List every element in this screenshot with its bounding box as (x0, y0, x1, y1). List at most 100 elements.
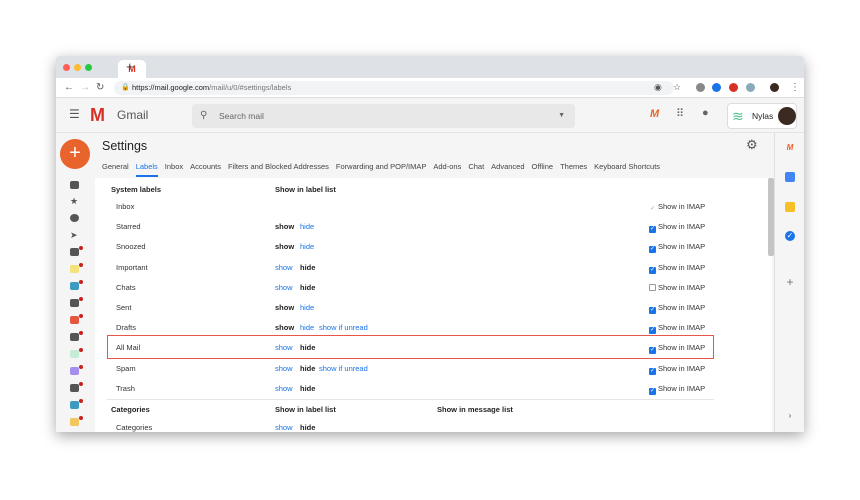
search-input[interactable]: ⚲ Search mail ▼ (192, 104, 575, 128)
show-in-imap-checkbox[interactable]: ✓ Show in IMAP (649, 379, 705, 399)
tab-general[interactable]: General (102, 162, 129, 175)
nylas-logo-icon: ≋ (732, 108, 744, 124)
main-menu-icon[interactable]: ☰ (69, 107, 80, 121)
show-link[interactable]: show (275, 237, 294, 257)
checkbox-icon[interactable]: ✓ (649, 266, 656, 274)
show-if-unread-link[interactable]: show if unread (319, 359, 368, 379)
calendar-icon[interactable] (785, 172, 795, 182)
show-link[interactable]: show (275, 379, 293, 399)
keep-icon[interactable] (785, 202, 795, 212)
compose-button[interactable]: + (60, 139, 90, 169)
column-heading: Show in label list (275, 185, 336, 194)
drafts-icon[interactable] (70, 248, 79, 256)
tab-chat[interactable]: Chat (468, 162, 484, 175)
show-link[interactable]: show (275, 418, 293, 432)
starred-icon[interactable]: ★ (70, 197, 79, 206)
tab-add-ons[interactable]: Add-ons (433, 162, 461, 175)
close-window-button[interactable] (63, 64, 70, 71)
label-icon[interactable] (70, 316, 79, 324)
label-icon[interactable] (70, 384, 79, 392)
show-in-imap-checkbox[interactable]: ✓ Show in IMAP (649, 359, 705, 379)
eye-icon[interactable]: ◉ (654, 82, 662, 93)
label-icon[interactable] (70, 282, 79, 290)
reload-icon[interactable]: ↻ (96, 82, 104, 93)
show-in-imap-checkbox[interactable]: ✓ Show in IMAP (649, 298, 705, 318)
tab-labels[interactable]: Labels (135, 162, 158, 177)
gmail-logo-icon[interactable]: M (90, 105, 105, 126)
url-input[interactable]: 🔒 https://mail.google.com/mail/u/0/#setti… (114, 81, 674, 95)
tab-accounts[interactable]: Accounts (190, 162, 221, 175)
extension-icon[interactable] (712, 83, 721, 92)
snoozed-icon[interactable] (70, 214, 79, 222)
show-in-imap-checkbox[interactable]: Show in IMAP (649, 278, 705, 298)
mixmax-icon[interactable]: M (785, 143, 795, 153)
hide-link[interactable]: hide (300, 258, 315, 278)
maximize-window-button[interactable] (85, 64, 92, 71)
checkbox-icon[interactable]: ✓ (649, 367, 656, 375)
show-in-imap-checkbox[interactable]: ✓ Show in IMAP (649, 217, 705, 237)
imap-label: Show in IMAP (658, 303, 706, 312)
label-icon[interactable] (70, 367, 79, 375)
extension-icon[interactable] (746, 83, 755, 92)
checkbox-icon[interactable]: ✓ (649, 307, 656, 314)
label-icon[interactable] (70, 299, 79, 307)
show-link[interactable]: show (275, 359, 293, 379)
tab-filters-and-blocked-addresses[interactable]: Filters and Blocked Addresses (228, 162, 329, 175)
show-in-imap-checkbox[interactable]: ✓ Show in IMAP (649, 197, 705, 217)
checkbox-icon[interactable]: ✓ (649, 246, 656, 254)
sent-icon[interactable]: ➤ (70, 231, 79, 240)
back-icon[interactable]: ← (64, 82, 74, 93)
account-switcher[interactable]: ≋ Nylas (727, 103, 797, 129)
checkbox-icon[interactable] (649, 283, 656, 291)
extension-icon[interactable] (696, 83, 705, 92)
checkbox-icon[interactable]: ✓ (649, 327, 656, 335)
show-link[interactable]: show (275, 217, 294, 237)
new-tab-button[interactable]: + (126, 59, 134, 74)
inbox-icon[interactable] (70, 181, 79, 189)
label-icon[interactable] (70, 350, 79, 358)
forward-icon[interactable]: → (80, 82, 90, 93)
tab-themes[interactable]: Themes (560, 162, 587, 175)
hide-link[interactable]: hide (300, 418, 315, 432)
tab-inbox[interactable]: Inbox (165, 162, 183, 175)
hide-link[interactable]: hide (300, 379, 315, 399)
search-options-icon[interactable]: ▼ (558, 104, 565, 128)
bookmark-star-icon[interactable]: ☆ (673, 82, 681, 93)
label-icon[interactable] (70, 265, 79, 273)
show-in-imap-checkbox[interactable]: ✓ Show in IMAP (649, 258, 705, 278)
show-link[interactable]: show (275, 278, 293, 298)
hide-link[interactable]: hide (300, 278, 315, 298)
tab-forwarding-and-pop-imap[interactable]: Forwarding and POP/IMAP (336, 162, 426, 175)
hide-link[interactable]: hide (300, 237, 314, 257)
gmail-app-name: Gmail (117, 108, 149, 122)
hide-link[interactable]: hide (300, 217, 314, 237)
profile-avatar[interactable] (770, 83, 779, 92)
apps-grid-icon[interactable]: ⠿ (676, 107, 684, 120)
expand-panel-icon[interactable]: › (785, 411, 795, 421)
show-link[interactable]: show (275, 298, 294, 318)
minimize-window-button[interactable] (74, 64, 81, 71)
checkbox-icon[interactable]: ✓ (649, 387, 656, 395)
tab-keyboard-shortcuts[interactable]: Keyboard Shortcuts (594, 162, 660, 175)
unread-dot (79, 263, 83, 267)
browser-menu-icon[interactable]: ⋮ (790, 82, 800, 93)
label-icon[interactable] (70, 333, 79, 341)
tab-offline[interactable]: Offline (532, 162, 554, 175)
label-name: Trash (116, 383, 135, 393)
tab-advanced[interactable]: Advanced (491, 162, 524, 175)
label-icon[interactable] (70, 401, 79, 409)
checkbox-icon[interactable]: ✓ (649, 226, 656, 234)
show-link[interactable]: show (275, 258, 293, 278)
label-icon[interactable] (70, 418, 79, 426)
adblock-icon[interactable] (729, 83, 738, 92)
label-name: Inbox (116, 202, 135, 211)
settings-gear-icon[interactable]: ⚙ (746, 137, 758, 153)
hide-link[interactable]: hide (300, 298, 314, 318)
show-in-imap-checkbox[interactable]: ✓ Show in IMAP (649, 237, 705, 257)
hide-link[interactable]: hide (300, 359, 315, 379)
checkbox-icon[interactable]: ✓ (649, 206, 656, 213)
notifications-icon[interactable]: ● (702, 107, 709, 119)
tasks-icon[interactable]: ✓ (785, 231, 795, 241)
mixmax-icon[interactable]: M (650, 108, 659, 120)
add-addon-icon[interactable]: + (785, 276, 795, 288)
